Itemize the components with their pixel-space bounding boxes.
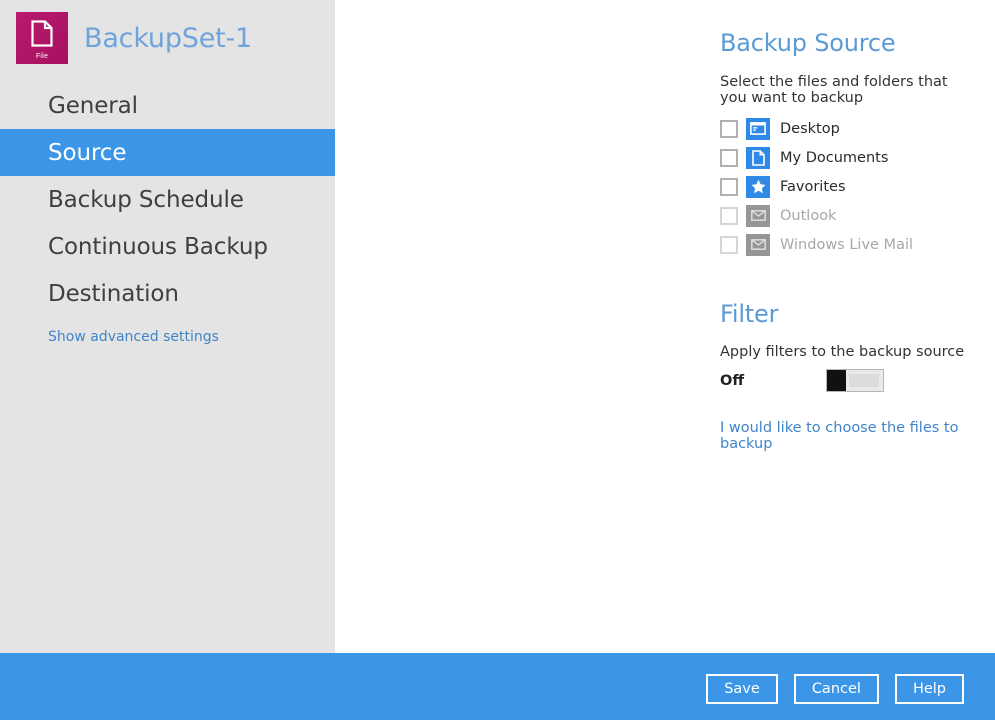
checkbox-outlook xyxy=(720,207,738,225)
filter-description: Apply filters to the backup source xyxy=(720,344,975,360)
sidebar-item-label: Destination xyxy=(48,281,179,307)
filter-toggle-state-label: Off xyxy=(720,373,826,389)
save-button[interactable]: Save xyxy=(706,674,778,704)
envelope-icon xyxy=(746,234,770,256)
window-body: File BackupSet-1 General Source Backup S… xyxy=(0,0,995,653)
source-item-label: Outlook xyxy=(780,208,836,224)
backup-source-list: Desktop My Documents xyxy=(720,114,975,259)
sidebar-item-continuous-backup[interactable]: Continuous Backup xyxy=(0,223,335,270)
document-icon xyxy=(746,147,770,169)
source-item-desktop[interactable]: Desktop xyxy=(720,114,975,143)
content-pane: Backup Source Select the files and folde… xyxy=(335,0,995,653)
source-item-my-documents[interactable]: My Documents xyxy=(720,143,975,172)
source-item-label: My Documents xyxy=(780,150,888,166)
monitor-icon xyxy=(746,118,770,140)
sidebar-item-destination[interactable]: Destination xyxy=(0,270,335,317)
sidebar-nav: General Source Backup Schedule Continuou… xyxy=(0,82,335,317)
filter-heading: Filter xyxy=(720,301,975,327)
checkbox-favorites[interactable] xyxy=(720,178,738,196)
document-glyph xyxy=(31,20,53,47)
sidebar-item-label: Backup Schedule xyxy=(48,187,244,213)
checkbox-my-documents[interactable] xyxy=(720,149,738,167)
source-item-windows-live-mail: Windows Live Mail xyxy=(720,230,975,259)
filter-toggle-switch[interactable] xyxy=(826,369,884,392)
sidebar-item-source[interactable]: Source xyxy=(0,129,335,176)
filter-section: Filter Apply filters to the backup sourc… xyxy=(720,301,975,452)
file-document-icon: File xyxy=(16,12,68,64)
filter-toggle-row: Off xyxy=(720,368,975,394)
source-item-label: Favorites xyxy=(780,179,846,195)
footer-button-bar: Save Cancel Help xyxy=(0,653,995,720)
star-icon xyxy=(746,176,770,198)
logo-caption: File xyxy=(16,53,68,60)
sidebar: File BackupSet-1 General Source Backup S… xyxy=(0,0,335,653)
choose-files-link[interactable]: I would like to choose the files to back… xyxy=(720,420,975,452)
source-item-label: Windows Live Mail xyxy=(780,237,913,253)
backup-source-description: Select the files and folders that you wa… xyxy=(720,74,975,106)
sidebar-item-backup-schedule[interactable]: Backup Schedule xyxy=(0,176,335,223)
help-button[interactable]: Help xyxy=(895,674,964,704)
toggle-track xyxy=(849,374,879,387)
envelope-icon xyxy=(746,205,770,227)
toggle-knob[interactable] xyxy=(827,370,846,391)
sidebar-item-general[interactable]: General xyxy=(0,82,335,129)
source-item-label: Desktop xyxy=(780,121,840,137)
brand-header: File BackupSet-1 xyxy=(0,0,335,60)
cancel-button[interactable]: Cancel xyxy=(794,674,879,704)
sidebar-item-label: Continuous Backup xyxy=(48,234,268,260)
checkbox-windows-live-mail xyxy=(720,236,738,254)
page-title: BackupSet-1 xyxy=(84,25,252,52)
sidebar-item-label: Source xyxy=(48,140,126,166)
show-advanced-settings-link[interactable]: Show advanced settings xyxy=(0,329,335,345)
sidebar-item-label: General xyxy=(48,93,138,119)
checkbox-desktop[interactable] xyxy=(720,120,738,138)
backup-source-heading: Backup Source xyxy=(720,30,975,56)
source-item-favorites[interactable]: Favorites xyxy=(720,172,975,201)
source-item-outlook: Outlook xyxy=(720,201,975,230)
backup-settings-window: File BackupSet-1 General Source Backup S… xyxy=(0,0,995,720)
